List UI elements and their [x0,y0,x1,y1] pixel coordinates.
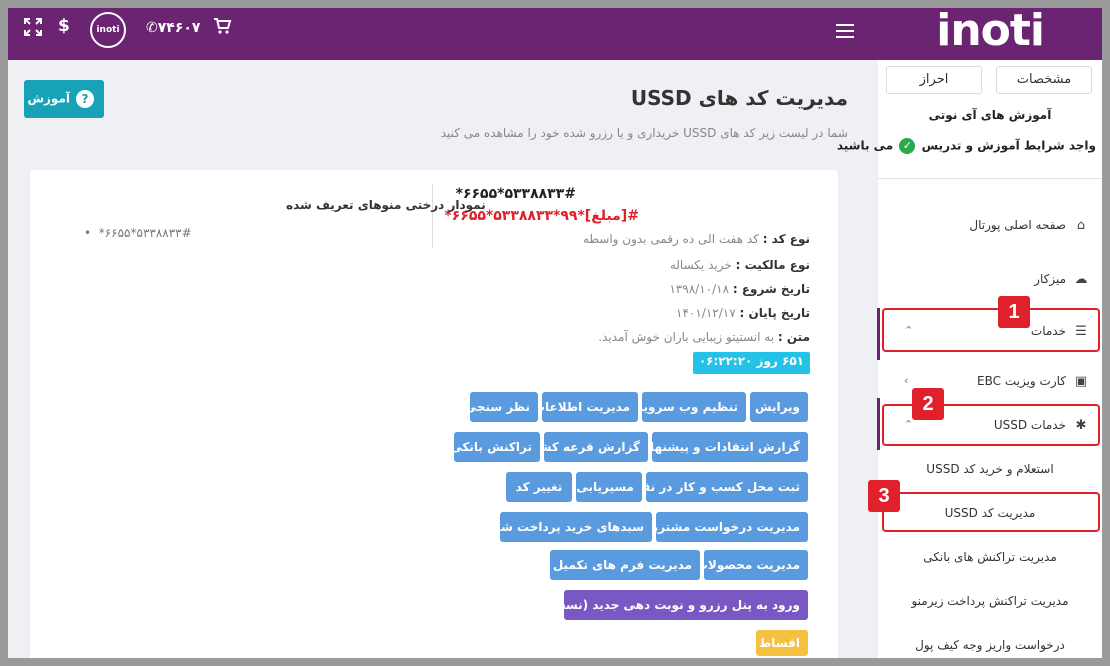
menu-toggle-icon[interactable] [836,24,854,38]
reserve-panel-button[interactable]: ورود به پنل رزرو و نوبت دهی جدید (نسخه ب… [526,590,808,620]
bank-transaction-button[interactable]: تراکنش بانکی [450,432,540,462]
info-label: تاریخ شروع : [732,282,810,296]
ussd-code-card: *۶۶۵۵*۵۳۳۸۸۳۳# *۶۶۵۵*۵۳۳۸۸۳۳*۹۹*[مبلغ]# … [30,170,838,658]
routing-button[interactable]: مسیریابی [576,472,642,502]
top-bar: inoti $ inoti ✆۷۴۶۰۷ [8,8,1102,60]
customer-requests-button[interactable]: مدیریت درخواست مشتریان [639,512,808,542]
forms-button[interactable]: مدیریت فرم های تکمیل شده [523,550,700,580]
info-text: متن : به انستیتو زیبایی باران خوش آمدید. [598,330,810,344]
training-condition: واجد شرایط آموزش و تدریس ✓ می باشید [837,138,1096,154]
fullscreen-icon[interactable] [24,18,42,36]
sidebar-item-portal[interactable]: ⌂ صفحه اصلی پورتال [878,216,1102,235]
sub-item-bank-transactions[interactable]: مدیریت تراکنش های بانکی [878,548,1102,566]
question-icon: ? [76,90,94,108]
lottery-report-button[interactable]: گزارش قرعه کشی [527,432,648,462]
info-value: ۱۳۹۸/۱۰/۱۸ [669,282,730,296]
info-value: ۱۴۰۱/۱۲/۱۷ [676,306,736,320]
map-register-button[interactable]: ثبت محل کسب و کار در نقشه [623,472,808,502]
dashboard-icon: ☁ [1074,272,1088,287]
cart-icon[interactable] [214,18,232,34]
step-badge-1: 1 [998,296,1030,328]
products-button[interactable]: مدیریت محصولات [696,550,808,580]
page-subtitle: شما در لیست زیر کد های USSD خریداری و یا… [440,126,848,140]
training-condition-text: واجد شرایط آموزش و تدریس [921,138,1096,153]
step-badge-2: 2 [912,388,944,420]
chevron-left-icon: › [904,374,909,387]
change-code-button[interactable]: تغییر کد [506,472,572,502]
tab-specifications[interactable]: مشخصات [996,66,1092,94]
bullet-icon: • [84,226,92,240]
phone-number[interactable]: ✆۷۴۶۰۷ [146,20,200,36]
sidebar-item-mizkar[interactable]: ☁ میزکار [878,270,1102,289]
divider [432,184,433,248]
step-badge-3: 3 [868,480,900,512]
info-code-type: نوع کد : کد هفت الی ده رقمی بدون واسطه [583,232,810,246]
highlight-box-services [882,308,1100,352]
info-ownership: نوع مالکیت : خرید یکساله [670,258,810,272]
brand-logo[interactable]: inoti [936,9,1045,53]
webservice-button[interactable]: تنظیم وب سرویس [627,392,746,422]
help-button[interactable]: ? آموزش [24,80,104,118]
sidebar-item-label: کارت ویزیت EBC [977,374,1066,388]
app-window: inoti $ inoti ✆۷۴۶۰۷ مشخصات احراز آموزش … [0,0,1110,666]
phone-number-text: ۷۴۶۰۷ [157,20,201,36]
sidebar-tabs: مشخصات احراز [886,66,1092,94]
sub-item-ussd-inquiry[interactable]: استعلام و خرید کد USSD [878,460,1102,478]
remaining-time-badge: ۶۵۱ روز ۰۶:۲۲:۲۰ [692,352,810,374]
tab-authentication[interactable]: احراز [886,66,982,94]
installments-button[interactable]: اقساط [756,630,808,656]
info-end-date: تاریخ پایان : ۱۴۰۱/۱۲/۱۷ [676,306,810,320]
info-label: نوع کد : [762,232,810,246]
sub-item-wallet-withdraw[interactable]: درخواست واریز وجه کیف پول [878,636,1102,654]
page-title: مدیریت کد های USSD [630,86,848,110]
training-title[interactable]: آموزش های آی نوتی [878,108,1102,122]
check-icon: ✓ [899,138,916,154]
info-label: تاریخ پایان : [739,306,811,320]
help-button-label: آموزش [27,91,70,106]
home-icon: ⌂ [1076,218,1086,233]
menu-tree-item[interactable]: • *۶۶۵۵*۵۳۳۸۸۳۳# [84,226,192,240]
phone-icon: ✆ [146,20,158,36]
menu-tree-item-label: *۶۶۵۵*۵۳۳۸۸۳۳# [98,226,192,240]
info-start-date: تاریخ شروع : ۱۳۹۸/۱۰/۱۸ [669,282,810,296]
highlight-box-ussd-manage [882,492,1100,532]
dollar-icon[interactable]: $ [58,17,70,35]
survey-button[interactable]: نظر سنجی [465,392,538,422]
critique-report-button[interactable]: گزارش انتقادات و پیشنهادات [628,432,808,462]
inoti-circle-logo[interactable]: inoti [90,12,126,48]
info-value: به انستیتو زیبایی باران خوش آمدید. [598,330,775,344]
info-label: متن : [777,330,810,344]
info-label: نوع مالکیت : [735,258,810,272]
training-condition-suffix: می باشید [836,138,894,153]
menu-tree-title: نمودار درختی منوهای تعریف شده [286,198,486,212]
info-value: خرید یکساله [669,258,732,272]
sidebar: مشخصات احراز آموزش های آی نوتی واجد شرای… [837,60,1102,658]
sidebar-item-label: میزکار [1034,272,1066,286]
edit-button[interactable]: ویرایش [750,392,808,422]
info-management-button[interactable]: مدیریت اطلاعات [533,392,638,422]
sidebar-item-ebc[interactable]: ▣ کارت ویزیت EBC › [878,372,1102,391]
paid-carts-button[interactable]: سبدهای خرید پرداخت شده [487,512,652,542]
id-card-icon: ▣ [1074,374,1088,389]
divider [878,178,1102,179]
info-value: کد هفت الی ده رقمی بدون واسطه [582,232,759,246]
sidebar-item-label: صفحه اصلی پورتال [969,218,1066,232]
sub-item-zirmano-transactions[interactable]: مدیریت تراکنش پرداخت زیرمنو [878,592,1102,610]
